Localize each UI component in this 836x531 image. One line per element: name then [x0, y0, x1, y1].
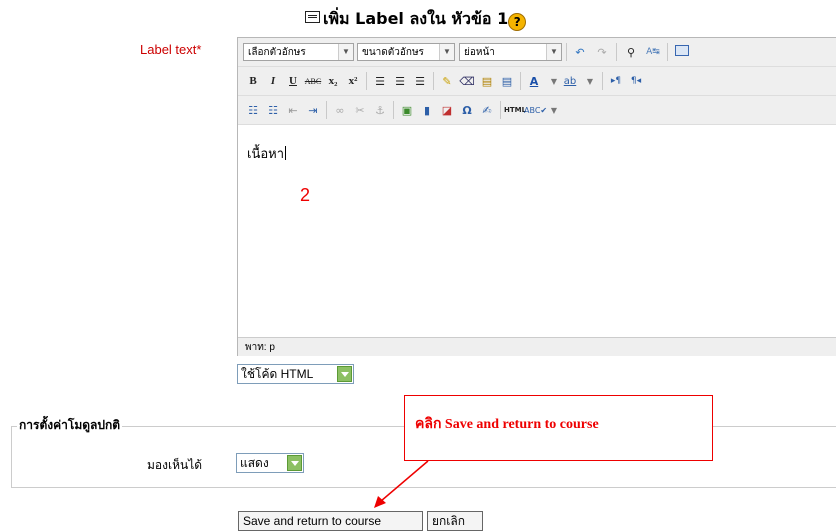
save-and-return-button[interactable]: Save and return to course — [238, 511, 423, 531]
callout-arrow — [374, 460, 429, 508]
cancel-button[interactable]: ยกเลิก — [427, 511, 483, 531]
